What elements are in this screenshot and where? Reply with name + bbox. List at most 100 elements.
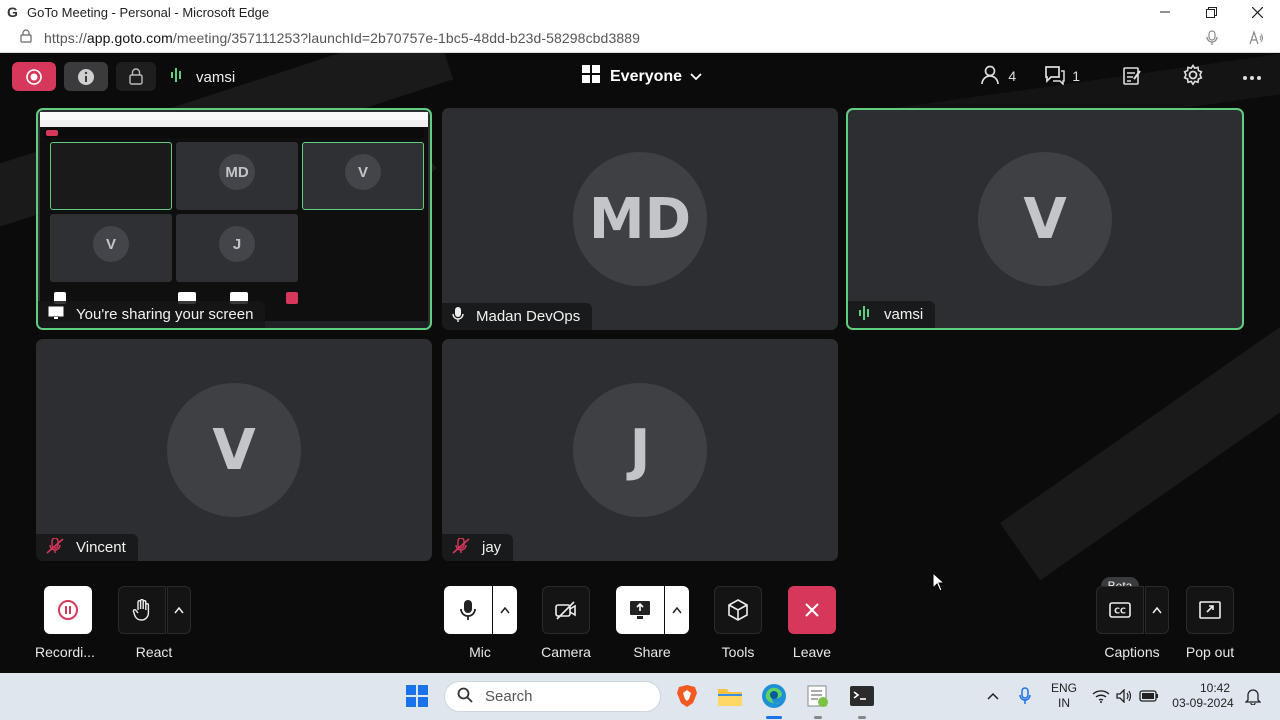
captions-button[interactable]: CC — [1096, 586, 1144, 634]
avatar: V — [978, 152, 1112, 286]
participant-tile[interactable]: MD Madan DevOps — [442, 108, 838, 330]
search-icon — [457, 687, 473, 707]
search-placeholder: Search — [485, 688, 533, 705]
tile-name: Vincent — [76, 539, 126, 556]
battery-icon[interactable] — [1136, 683, 1162, 709]
more-horizontal-icon — [1242, 68, 1262, 84]
screen-share-tile[interactable]: MD V V J You're sharing your screen — [36, 108, 432, 330]
meeting-top-bar: vamsi Everyone 4 1 — [0, 53, 1280, 99]
meeting-info-button[interactable] — [64, 62, 108, 91]
camera-off-button[interactable] — [542, 586, 590, 634]
tile-label: jay — [442, 534, 514, 561]
preview-tile-initials: J — [219, 226, 255, 262]
language-indicator[interactable]: ENG IN — [1048, 681, 1080, 711]
leave-button[interactable] — [788, 586, 836, 634]
volume-icon[interactable] — [1112, 683, 1138, 709]
recording-control[interactable] — [44, 586, 92, 634]
share-options-button[interactable] — [665, 586, 689, 634]
notification-bell-icon[interactable] — [1240, 683, 1266, 709]
tools-label: Tools — [721, 644, 755, 660]
goto-logo-icon: G — [7, 4, 18, 20]
settings-button[interactable] — [1182, 63, 1204, 89]
tile-label: Vincent — [36, 534, 138, 561]
view-selector[interactable]: Everyone — [582, 65, 702, 88]
pause-recording-button[interactable] — [44, 586, 92, 634]
language-line1: ENG — [1050, 681, 1077, 695]
mic-muted-icon — [46, 536, 64, 558]
show-hidden-icons-chevron-icon[interactable] — [980, 683, 1006, 709]
windows-taskbar: Search ENG IN 10:42 03-09-2024 — [0, 673, 1280, 720]
clock-time: 10:42 — [1199, 681, 1230, 695]
participant-tile[interactable]: V vamsi — [846, 108, 1244, 330]
camera-label: Camera — [541, 644, 591, 660]
chat-icon — [1044, 65, 1066, 88]
active-speaker-name: vamsi — [196, 68, 236, 86]
wifi-icon[interactable] — [1088, 683, 1114, 709]
tile-name: jay — [482, 539, 502, 556]
avatar: V — [167, 383, 301, 517]
mic-label: Mic — [469, 644, 491, 660]
react-control[interactable] — [118, 586, 191, 634]
popout-button[interactable] — [1186, 586, 1234, 634]
share-control[interactable] — [616, 586, 689, 634]
tile-name: vamsi — [884, 306, 924, 323]
popout-control[interactable] — [1186, 586, 1234, 634]
preview-tile-initials: V — [93, 226, 129, 262]
share-button[interactable] — [616, 586, 664, 634]
tile-label: You're sharing your screen — [38, 301, 266, 328]
terminal-icon[interactable] — [849, 683, 875, 709]
tile-label: vamsi — [848, 301, 936, 328]
audio-level-icon — [858, 305, 872, 325]
leave-label: Leave — [792, 644, 832, 660]
notepad-plus-icon[interactable] — [805, 683, 831, 709]
participant-tile[interactable]: V Vincent — [36, 339, 432, 561]
popout-label: Pop out — [1185, 644, 1235, 660]
minimize-button[interactable] — [1142, 0, 1188, 24]
captions-control[interactable]: CC — [1096, 586, 1169, 634]
react-button[interactable] — [118, 586, 166, 634]
preview-tile-initials: MD — [219, 154, 255, 190]
react-label: React — [135, 644, 173, 660]
tools-control[interactable] — [714, 586, 762, 634]
close-window-button[interactable] — [1234, 0, 1280, 24]
more-options-button[interactable] — [1242, 68, 1262, 84]
tools-button[interactable] — [714, 586, 762, 634]
microphone-icon — [452, 306, 464, 327]
windows-start-icon[interactable] — [404, 683, 430, 709]
react-options-button[interactable] — [167, 586, 191, 634]
edge-browser-icon[interactable] — [761, 683, 787, 709]
brave-browser-icon[interactable] — [674, 683, 700, 709]
read-aloud-icon[interactable] — [1248, 30, 1264, 51]
chat-count: 1 — [1072, 68, 1080, 84]
audio-level-icon — [170, 67, 184, 87]
person-icon — [980, 65, 1000, 88]
notes-button[interactable] — [1122, 65, 1142, 88]
participants-count: 4 — [1008, 68, 1017, 84]
participants-button[interactable]: 4 — [980, 65, 1016, 88]
address-bar[interactable]: https://app.goto.com/meeting/357111253?l… — [0, 24, 1280, 53]
restore-button[interactable] — [1188, 0, 1234, 24]
url-text[interactable]: https://app.goto.com/meeting/357111253?l… — [44, 30, 640, 46]
recording-status-button[interactable] — [12, 62, 56, 91]
leave-control[interactable] — [788, 586, 836, 634]
captions-options-button[interactable] — [1145, 586, 1169, 634]
file-explorer-icon[interactable] — [717, 683, 743, 709]
preview-tile-initials: V — [345, 154, 381, 190]
mic-control[interactable] — [444, 586, 517, 634]
window-title: GoTo Meeting - Personal - Microsoft Edge — [27, 4, 270, 20]
taskbar-microphone-icon[interactable] — [1012, 683, 1038, 709]
meeting-lock-button[interactable] — [116, 62, 156, 91]
clock[interactable]: 10:42 03-09-2024 — [1170, 681, 1236, 711]
tile-name: You're sharing your screen — [76, 306, 254, 323]
microphone-icon[interactable] — [1206, 30, 1218, 51]
view-label: Everyone — [610, 67, 683, 85]
taskbar-search[interactable]: Search — [444, 681, 661, 712]
active-speaker-indicator: vamsi — [170, 67, 235, 87]
monitor-icon — [48, 306, 64, 324]
mic-options-button[interactable] — [493, 586, 517, 634]
chevron-down-icon — [690, 68, 702, 86]
camera-control[interactable] — [542, 586, 590, 634]
participant-tile[interactable]: J jay — [442, 339, 838, 561]
chat-button[interactable]: 1 — [1044, 65, 1080, 88]
mic-button[interactable] — [444, 586, 492, 634]
